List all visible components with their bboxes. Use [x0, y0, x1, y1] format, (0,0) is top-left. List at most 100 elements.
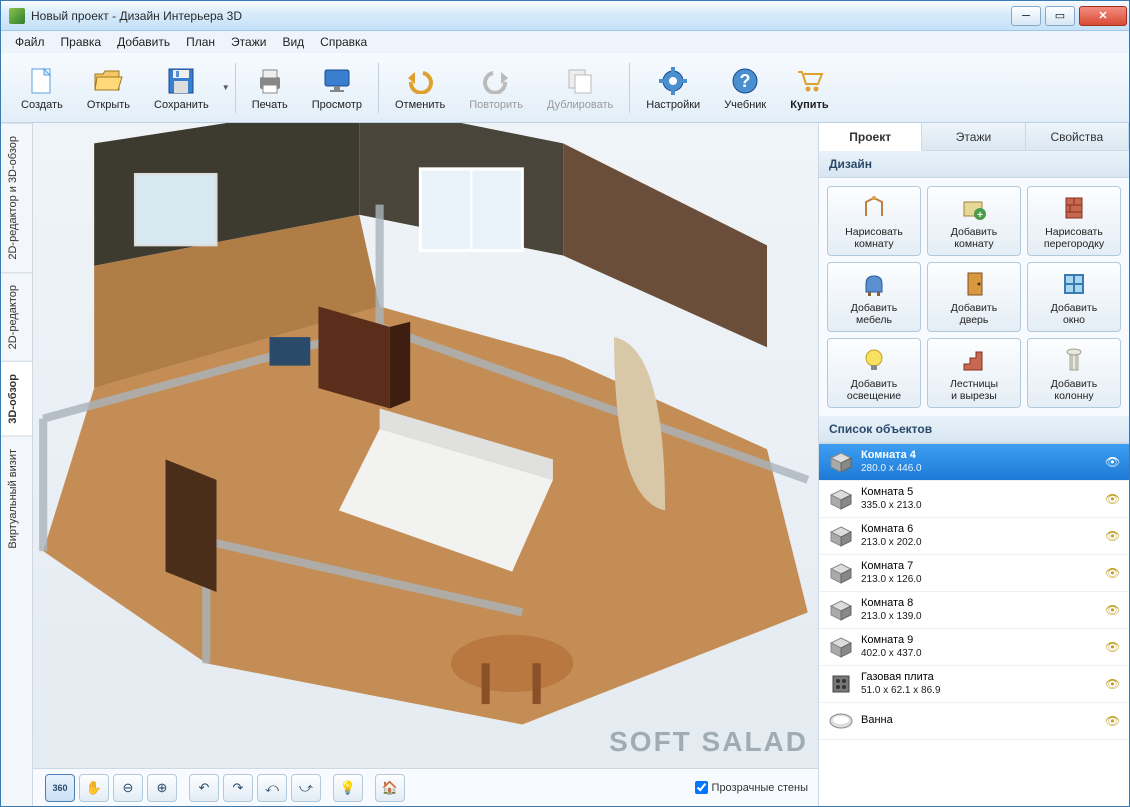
menu-plan[interactable]: План	[178, 33, 223, 51]
object-item[interactable]: Газовая плита51.0 x 62.1 x 86.9👁	[819, 666, 1129, 703]
save-button[interactable]: Сохранить	[144, 63, 219, 113]
add-window-icon	[1058, 268, 1090, 300]
stairs-cutouts-icon	[958, 344, 990, 376]
separator	[235, 63, 236, 113]
lighting-button[interactable]: 💡	[333, 774, 363, 802]
add-room-icon: +	[958, 192, 990, 224]
rotate-ccw-button[interactable]: ↶	[189, 774, 219, 802]
orbit-right-button[interactable]: ⤻	[291, 774, 321, 802]
add-door-button[interactable]: Добавитьдверь	[927, 262, 1021, 332]
maximize-button[interactable]: ▭	[1045, 6, 1075, 26]
object-item[interactable]: Комната 6213.0 x 202.0👁	[819, 518, 1129, 555]
add-furniture-button[interactable]: Добавитьмебель	[827, 262, 921, 332]
draw-partition-button[interactable]: Нарисоватьперегородку	[1027, 186, 1121, 256]
save-dropdown[interactable]: ▼	[221, 83, 231, 92]
redo-button[interactable]: Повторить	[459, 63, 533, 113]
buy-button[interactable]: Купить	[780, 63, 838, 113]
gear-icon	[657, 65, 689, 97]
visibility-icon[interactable]: 👁	[1105, 529, 1121, 543]
visibility-icon[interactable]: 👁	[1105, 603, 1121, 617]
menu-floors[interactable]: Этажи	[223, 33, 274, 51]
settings-button[interactable]: Настройки	[636, 63, 710, 113]
duplicate-button[interactable]: Дублировать	[537, 63, 623, 113]
menu-file[interactable]: Файл	[7, 33, 53, 51]
add-column-button[interactable]: Добавитьколонну	[1027, 338, 1121, 408]
undo-button[interactable]: Отменить	[385, 63, 455, 113]
zoom-in-button[interactable]: ⊕	[147, 774, 177, 802]
tab-2d-3d[interactable]: 2D-редактор и 3D-обзор	[1, 123, 32, 272]
add-lighting-button[interactable]: Добавитьосвещение	[827, 338, 921, 408]
bath-icon	[827, 707, 855, 735]
open-button[interactable]: Открыть	[77, 63, 140, 113]
watermark: SOFT SALAD	[609, 726, 808, 758]
box-icon	[827, 559, 855, 587]
menu-help[interactable]: Справка	[312, 33, 375, 51]
object-item[interactable]: Комната 9402.0 x 437.0👁	[819, 629, 1129, 666]
titlebar: Новый проект - Дизайн Интерьера 3D ─ ▭ ✕	[1, 1, 1129, 31]
tab-project[interactable]: Проект	[819, 123, 922, 151]
menu-edit[interactable]: Правка	[53, 33, 110, 51]
transparent-walls-checkbox[interactable]: Прозрачные стены	[695, 781, 808, 794]
draw-partition-icon	[1058, 192, 1090, 224]
visibility-icon[interactable]: 👁	[1105, 677, 1121, 691]
visibility-icon[interactable]: 👁	[1105, 455, 1121, 469]
objects-header: Список объектов	[819, 416, 1129, 443]
visibility-icon[interactable]: 👁	[1105, 566, 1121, 580]
design-header: Дизайн	[819, 151, 1129, 178]
box-icon	[827, 448, 855, 476]
object-item[interactable]: Комната 7213.0 x 126.0👁	[819, 555, 1129, 592]
object-item[interactable]: Комната 5335.0 x 213.0👁	[819, 481, 1129, 518]
zoom-out-button[interactable]: ⊖	[113, 774, 143, 802]
monitor-icon	[321, 65, 353, 97]
object-item[interactable]: Комната 8213.0 x 139.0👁	[819, 592, 1129, 629]
tab-3d-view[interactable]: 3D-обзор	[1, 361, 32, 436]
objects-list[interactable]: Комната 4280.0 x 446.0👁Комната 5335.0 x …	[819, 443, 1129, 806]
visibility-icon[interactable]: 👁	[1105, 714, 1121, 728]
svg-text:?: ?	[740, 71, 751, 91]
object-dimensions: 280.0 x 446.0	[861, 463, 1105, 475]
3d-canvas[interactable]: SOFT SALAD	[33, 123, 818, 768]
tab-properties[interactable]: Свойства	[1026, 123, 1129, 150]
svg-text:+: +	[977, 210, 983, 221]
rotate-cw-button[interactable]: ↷	[223, 774, 253, 802]
stairs-cutouts-button[interactable]: Лестницыи вырезы	[927, 338, 1021, 408]
view-tabs: 2D-редактор и 3D-обзор 2D-редактор 3D-об…	[1, 123, 33, 806]
rotate-360-button[interactable]: 360	[45, 774, 75, 802]
tab-virtual-visit[interactable]: Виртуальный визит	[1, 436, 32, 561]
viewport: SOFT SALAD 360 ✋ ⊖ ⊕ ↶ ↷ ⤺ ⤻ 💡 🏠 Прозрач…	[33, 123, 819, 806]
3d-scene	[33, 123, 818, 735]
visibility-icon[interactable]: 👁	[1105, 640, 1121, 654]
visibility-icon[interactable]: 👁	[1105, 492, 1121, 506]
add-column-icon	[1058, 344, 1090, 376]
object-dimensions: 51.0 x 62.1 x 86.9	[861, 685, 1105, 697]
add-room-button[interactable]: +Добавитькомнату	[927, 186, 1021, 256]
tab-floors[interactable]: Этажи	[922, 123, 1025, 150]
design-grid: Нарисоватькомнату+ДобавитькомнатуНарисов…	[819, 178, 1129, 416]
preview-button[interactable]: Просмотр	[302, 63, 372, 113]
object-dimensions: 213.0 x 202.0	[861, 537, 1105, 549]
print-button[interactable]: Печать	[242, 63, 298, 113]
tab-2d-editor[interactable]: 2D-редактор	[1, 272, 32, 361]
app-icon	[9, 8, 25, 24]
draw-room-button[interactable]: Нарисоватькомнату	[827, 186, 921, 256]
new-file-icon	[26, 65, 58, 97]
close-button[interactable]: ✕	[1079, 6, 1127, 26]
menu-add[interactable]: Добавить	[109, 33, 178, 51]
cart-icon	[793, 65, 825, 97]
object-item[interactable]: Комната 4280.0 x 446.0👁	[819, 444, 1129, 481]
object-name: Комната 6	[861, 523, 1105, 536]
add-door-icon	[958, 268, 990, 300]
stove-icon	[827, 670, 855, 698]
pan-button[interactable]: ✋	[79, 774, 109, 802]
toolbar: Создать Открыть Сохранить ▼ Печать Просм…	[1, 53, 1129, 123]
orbit-left-button[interactable]: ⤺	[257, 774, 287, 802]
object-item[interactable]: Ванна👁	[819, 703, 1129, 740]
box-icon	[827, 633, 855, 661]
add-window-button[interactable]: Добавитьокно	[1027, 262, 1121, 332]
duplicate-icon	[564, 65, 596, 97]
tutorial-button[interactable]: ? Учебник	[714, 63, 776, 113]
minimize-button[interactable]: ─	[1011, 6, 1041, 26]
home-view-button[interactable]: 🏠	[375, 774, 405, 802]
menu-view[interactable]: Вид	[274, 33, 312, 51]
create-button[interactable]: Создать	[11, 63, 73, 113]
